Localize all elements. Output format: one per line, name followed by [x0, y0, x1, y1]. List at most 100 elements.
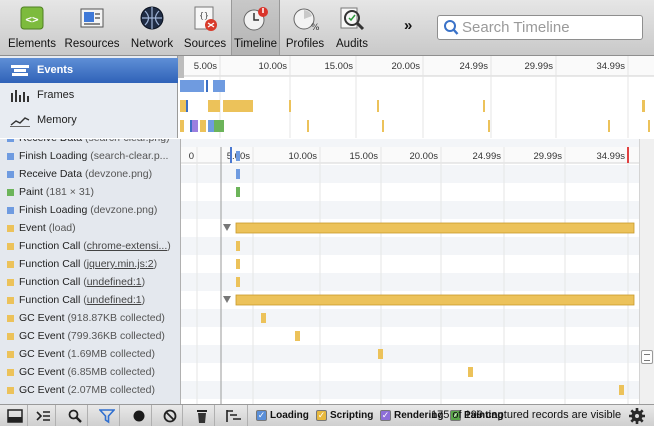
tab-audits[interactable]: Audits [332, 0, 372, 55]
search-box[interactable] [437, 15, 643, 40]
tab-timeline[interactable]: Timeline [231, 0, 280, 55]
timeline-overview: Events Frames Memory 5.00s 10.00s 15.00s 20… [0, 56, 654, 138]
overview-tick-label: 10.00s [258, 61, 287, 72]
tab-label: Profiles [285, 38, 325, 50]
record-text: Receive Data (search-clear.png) [19, 139, 170, 147]
record-row[interactable]: Finish Loading (devzone.png) [0, 201, 180, 219]
record-name: Finish Loading [19, 204, 91, 216]
rendering-checkbox[interactable]: ✓ [380, 410, 391, 421]
scripting-category-icon [7, 243, 14, 250]
scripting-checkbox[interactable]: ✓ [316, 410, 327, 421]
overview-mixed-bar [208, 120, 214, 132]
vertical-scrollbar[interactable] [639, 139, 654, 404]
record-row[interactable]: Function Call (undefined:1) [0, 273, 180, 291]
scripting-category-icon [7, 225, 14, 232]
settings-button[interactable] [628, 407, 646, 425]
record-icon [133, 410, 145, 422]
garbage-collect-button[interactable] [189, 405, 215, 426]
overview-tick-label: 15.00s [324, 61, 353, 72]
overview-graph[interactable]: 5.00s 10.00s 15.00s 20.00s 24.99s 29.99s 34.99… [178, 56, 654, 138]
console-icon [36, 411, 50, 421]
record-row[interactable]: Paint (181 × 31) [0, 183, 180, 201]
loading-category-icon [7, 139, 14, 142]
overflow-chevron-icon[interactable]: » [404, 17, 412, 34]
record-source-link[interactable]: undefined:1 [87, 276, 142, 288]
record-row[interactable]: Event (load) [0, 219, 180, 237]
tab-resources[interactable]: Resources [64, 0, 120, 55]
tab-label: Elements [8, 38, 56, 50]
record-text: GC Event (1.69MB collected) [19, 345, 155, 363]
status-message: 175 of 199 captured records are visible [431, 409, 622, 421]
scrollbar-thumb[interactable] [641, 350, 653, 364]
console-button[interactable] [30, 405, 56, 426]
tab-elements[interactable]: <> Elements [6, 0, 58, 55]
filter-button[interactable] [94, 405, 120, 426]
record-text: Event (load) [19, 219, 76, 237]
glue-records-icon [226, 410, 241, 422]
filter-loading[interactable]: ✓ Loading [256, 409, 316, 423]
overview-window-handle[interactable] [178, 56, 184, 78]
loading-category-icon [7, 207, 14, 214]
painting-category-icon [7, 189, 14, 196]
record-name: GC Event [19, 384, 68, 396]
record-bar [236, 187, 240, 197]
record-row[interactable]: GC Event (6.85MB collected) [0, 363, 180, 381]
overview-item-label: Events [37, 64, 74, 76]
record-row[interactable]: Finish Loading (search-clear.p... [0, 147, 180, 165]
tab-profiles[interactable]: % Profiles [283, 0, 327, 55]
record-text: Function Call (chrome-extensi...) [19, 237, 171, 255]
record-row[interactable]: GC Event (1.69MB collected) [0, 345, 180, 363]
record-source-link[interactable]: undefined:1 [87, 294, 142, 306]
overview-item-memory[interactable]: Memory [0, 108, 178, 133]
record-source-link[interactable]: jquery.min.js:2 [87, 258, 154, 270]
tab-network[interactable]: Network [128, 0, 176, 55]
record-details: (181 × 31) [45, 186, 95, 198]
timeline-tick-label: 0 [189, 151, 194, 162]
record-bar [261, 313, 266, 323]
records-timeline: 05.00s10.00s15.00s20.00s24.99s29.99s34.9… [181, 139, 639, 404]
overview-item-frames[interactable]: Frames [0, 83, 178, 108]
toolbar: <> Elements Resources Network {} Sources [0, 0, 654, 56]
overview-loading-bar [206, 80, 208, 92]
timeline-tick-label: 15.00s [349, 151, 378, 162]
overview-mixed-bar [190, 120, 192, 132]
search-input[interactable] [462, 18, 638, 37]
status-bar: ✓ Loading ✓ Scripting ✓ Rendering ✓ Pain… [0, 404, 654, 426]
search-records-button[interactable] [62, 405, 88, 426]
dock-button[interactable] [2, 405, 28, 426]
scripting-category-icon [7, 315, 14, 322]
record-name: Function Call [19, 240, 84, 252]
overview-mixed-bar [214, 120, 224, 132]
overview-mixed-bar [648, 120, 650, 132]
record-details: (918.87KB collected) [67, 312, 165, 324]
record-row[interactable]: GC Event (2.07MB collected) [0, 381, 180, 399]
tab-sources[interactable]: {} Sources [181, 0, 229, 55]
record-button[interactable] [126, 405, 152, 426]
record-name: Function Call [19, 258, 84, 270]
row-stripe [181, 165, 639, 183]
expand-triangle-icon [223, 224, 231, 231]
record-row[interactable]: Receive Data (search-clear.png) [0, 139, 180, 147]
loading-category-icon [7, 153, 14, 160]
record-row[interactable]: Function Call (undefined:1) [0, 291, 180, 309]
filter-scripting[interactable]: ✓ Scripting [316, 409, 378, 423]
loading-checkbox[interactable]: ✓ [256, 410, 267, 421]
overview-item-events[interactable]: Events [0, 58, 178, 83]
clear-icon [163, 409, 177, 423]
tab-label: Network [130, 38, 174, 50]
overview-scripting-bar [483, 100, 485, 112]
record-row[interactable]: GC Event (918.87KB collected) [0, 309, 180, 327]
overview-scripting-bar [186, 100, 188, 112]
record-row[interactable]: Receive Data (devzone.png) [0, 165, 180, 183]
scripting-category-icon [7, 261, 14, 268]
record-bar [295, 331, 300, 341]
record-source-link[interactable]: chrome-extensi... [87, 240, 168, 252]
row-stripe [181, 345, 639, 363]
record-text: GC Event (799.36KB collected) [19, 327, 165, 345]
clear-button[interactable] [157, 405, 183, 426]
record-row[interactable]: Function Call (jquery.min.js:2) [0, 255, 180, 273]
record-row[interactable]: Function Call (chrome-extensi...) [0, 237, 180, 255]
search-icon [68, 409, 82, 423]
record-row[interactable]: GC Event (799.36KB collected) [0, 327, 180, 345]
glue-records-button[interactable] [220, 405, 248, 426]
